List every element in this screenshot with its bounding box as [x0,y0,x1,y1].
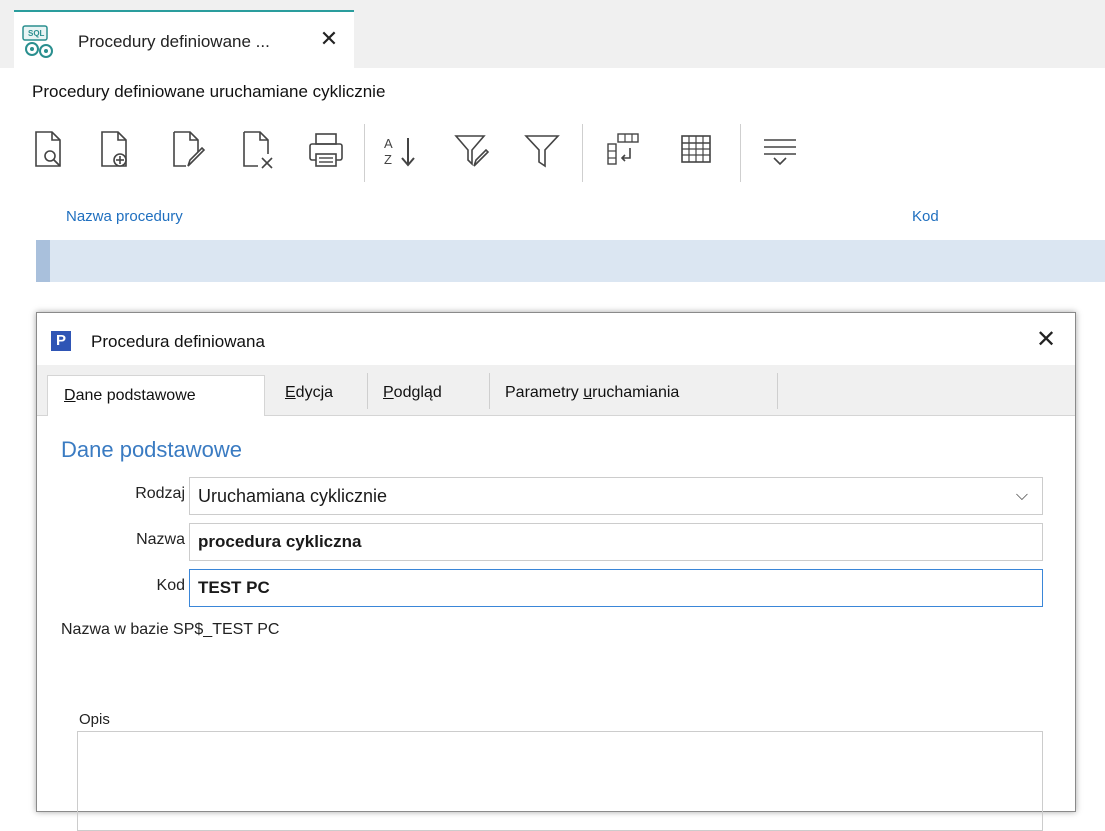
procedure-dialog: P Procedura definiowana ✕ Dane podstawow… [36,312,1076,831]
tab-separator [777,373,778,409]
sort-az-icon[interactable]: AZ [380,128,420,172]
column-header-name[interactable]: Nazwa procedury [66,208,183,225]
tab-label-accel: u [583,384,593,401]
dialog-title: Procedura definiowana [91,332,265,351]
toolbar-separator [364,124,365,182]
rodzaj-select[interactable]: Uruchamiana cyklicznie ⌵ [189,477,1043,515]
tab-label: odgląd [393,384,442,401]
columns-icon[interactable] [604,128,644,172]
svg-text:SQL: SQL [28,29,45,38]
toolbar-separator [740,124,741,182]
chevron-down-icon[interactable]: ⌵ [1016,478,1028,514]
tab-label-accel: P [383,384,394,401]
svg-text:A: A [384,136,393,151]
add-document-icon[interactable] [94,128,134,172]
sql-gears-icon: SQL [20,24,64,60]
app-logo-icon: P [51,331,71,351]
tab-label-accel: D [64,387,76,404]
kod-label: Kod [156,577,185,594]
filter-icon[interactable] [522,128,562,172]
page-title: Procedury definiowane uruchamiane cyklic… [32,82,386,101]
opis-label: Opis [79,711,110,728]
tab-edycja[interactable]: Edycja [281,375,367,415]
tab-label: ane podstawowe [75,387,196,404]
rodzaj-value: Uruchamiana cyklicznie [198,486,388,506]
document-tab[interactable]: SQL Procedury definiowane ... ✕ [14,10,354,68]
table-row[interactable] [36,240,1105,282]
tab-parametry-uruchamiania[interactable]: Parametry uruchamiania [505,375,775,415]
toolbar: AZ [30,122,870,182]
tab-label-accel: E [285,384,296,401]
dialog-titlebar: P Procedura definiowana ✕ [37,313,1075,365]
preview-document-icon[interactable] [30,128,70,172]
tab-podglad[interactable]: Podgląd [383,375,487,415]
svg-text:Z: Z [384,152,392,167]
tab-separator [367,373,368,409]
tab-separator [489,373,490,409]
column-header-code[interactable]: Kod [912,208,939,225]
tab-label: Parametry [505,384,584,401]
tab-label: dycja [295,384,334,401]
opis-textarea[interactable] [77,731,1043,831]
group-lines-icon[interactable] [760,128,800,172]
nazwa-label: Nazwa [136,531,185,548]
close-icon[interactable]: ✕ [316,26,342,52]
db-name-text: Nazwa w bazie SP$_TEST PC [61,621,280,638]
dialog-tabs: Dane podstawowe Edycja Podgląd Parametry… [37,365,1075,416]
document-tab-title: Procedury definiowane ... [78,32,270,51]
tab-dane-podstawowe[interactable]: Dane podstawowe [47,375,265,416]
close-icon[interactable]: ✕ [1031,325,1061,355]
nazwa-field[interactable]: procedura cykliczna [189,523,1043,561]
toolbar-separator [582,124,583,182]
filter-edit-icon[interactable] [452,128,492,172]
row-indicator [36,240,50,282]
grid-icon[interactable] [676,128,716,172]
kod-field[interactable]: TEST PC [189,569,1043,607]
tab-label: ruchamiania [592,384,680,401]
section-title: Dane podstawowe [61,437,243,462]
document-tab-strip: SQL Procedury definiowane ... ✕ [0,0,1105,68]
edit-document-icon[interactable] [166,128,206,172]
rodzaj-label: Rodzaj [135,485,185,502]
delete-document-icon[interactable] [236,128,276,172]
print-icon[interactable] [306,128,346,172]
